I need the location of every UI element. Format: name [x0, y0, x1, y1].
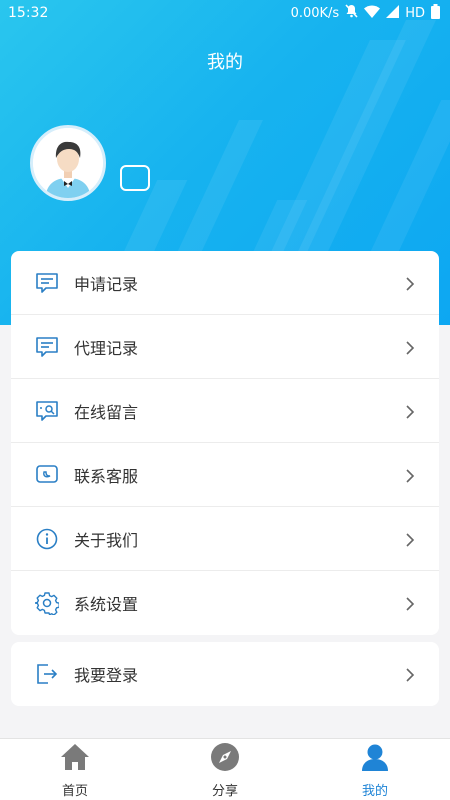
network-type: HD	[405, 5, 425, 21]
chevron-right-icon	[403, 276, 417, 291]
chevron-right-icon	[403, 468, 417, 483]
user-icon	[360, 742, 390, 776]
signal-icon	[386, 4, 400, 22]
info-icon	[34, 526, 60, 552]
menu-item-about-us[interactable]: 关于我们	[11, 507, 439, 571]
login-button[interactable]: 我要登录	[11, 642, 439, 706]
message-search-icon	[34, 398, 60, 424]
login-label: 我要登录	[74, 666, 139, 685]
tab-home[interactable]: 首页	[0, 739, 150, 800]
wifi-icon	[364, 5, 381, 22]
gear-icon	[34, 590, 60, 616]
bottom-tab-bar: 首页 分享 我的	[0, 738, 450, 800]
menu-item-agent-records[interactable]: 代理记录	[11, 315, 439, 379]
chevron-right-icon	[403, 532, 417, 547]
compass-icon	[210, 742, 240, 776]
message-lines-icon	[34, 270, 60, 296]
logout-arrow-icon	[34, 661, 60, 687]
chevron-right-icon	[403, 596, 417, 611]
menu-item-apply-records[interactable]: 申请记录	[11, 251, 439, 315]
menu-label: 在线留言	[74, 402, 139, 422]
menu-label: 关于我们	[74, 530, 139, 550]
tab-label: 我的	[361, 784, 388, 799]
menu-item-system-settings[interactable]: 系统设置	[11, 571, 439, 635]
menu-item-online-message[interactable]: 在线留言	[11, 379, 439, 443]
menu-label: 系统设置	[74, 595, 139, 614]
message-lines-icon	[34, 334, 60, 360]
tab-mine[interactable]: 我的	[300, 739, 450, 800]
status-time: 15:32	[8, 5, 49, 21]
mute-icon	[345, 4, 358, 22]
chevron-right-icon	[403, 667, 417, 682]
battery-icon	[431, 3, 440, 23]
nickname-placeholder[interactable]	[120, 165, 150, 191]
tab-label: 分享	[211, 784, 238, 799]
menu-label: 联系客服	[74, 466, 139, 486]
login-card: 我要登录	[11, 642, 439, 706]
menu-card: 申请记录 代理记录 在线留言 联系客服 关于我们 系统设置	[11, 251, 439, 635]
chevron-right-icon	[403, 404, 417, 419]
home-icon	[60, 742, 90, 776]
menu-label: 申请记录	[74, 274, 139, 294]
tab-label: 首页	[61, 784, 88, 799]
page-title: 我的	[207, 52, 243, 73]
tab-share[interactable]: 分享	[150, 739, 300, 800]
chat-bubble-icon	[34, 462, 60, 488]
chevron-right-icon	[403, 340, 417, 355]
menu-label: 代理记录	[74, 338, 139, 358]
status-bar: 15:32 0.00K/s HD	[0, 0, 450, 26]
menu-item-contact-service[interactable]: 联系客服	[11, 443, 439, 507]
status-speed: 0.00K/s	[290, 5, 340, 21]
avatar[interactable]	[30, 125, 106, 201]
